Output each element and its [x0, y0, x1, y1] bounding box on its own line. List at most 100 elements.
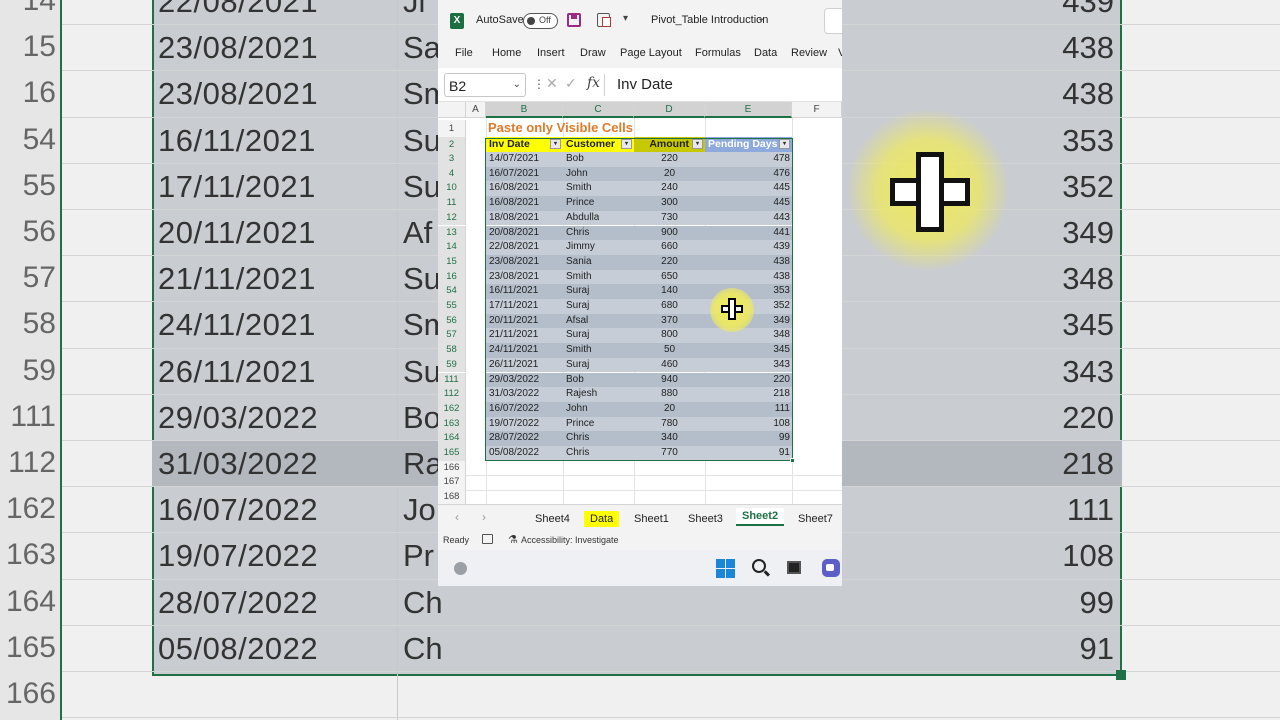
customize-quick-access-icon[interactable]: ▾	[623, 13, 628, 24]
cell-amount[interactable]: 220	[634, 152, 705, 167]
cell-customer[interactable]: Suraj	[566, 328, 589, 343]
ribbon-tab-data[interactable]: Data	[754, 47, 777, 59]
table-row[interactable]: 12 18/08/2021 Abdulla 730 443	[438, 210, 842, 226]
table-row[interactable]: 11 16/08/2021 Prince 300 445	[438, 196, 842, 211]
insert-function-icon[interactable]: fx	[587, 75, 600, 91]
worksheet-grid[interactable]: A B C D E F 1 Paste only Visible Cells 2 Inv Date…	[438, 102, 842, 506]
column-header-f[interactable]: F	[792, 102, 842, 118]
cell-inv-date[interactable]: 05/08/2022	[489, 446, 539, 461]
cell-inv-date[interactable]: 16/07/2022	[489, 402, 539, 417]
cell-customer[interactable]: John	[566, 402, 588, 417]
row-header[interactable]: 14	[438, 240, 466, 255]
cell-customer[interactable]: Chris	[566, 446, 589, 461]
ribbon-tab-draw[interactable]: Draw	[580, 47, 606, 59]
row-header[interactable]: 12	[438, 210, 466, 226]
cell-inv-date[interactable]: 16/07/2021	[489, 167, 539, 182]
save-icon[interactable]	[567, 13, 581, 27]
table-row[interactable]: 59 26/11/2021 Suraj 460 343	[438, 357, 842, 373]
column-header-a[interactable]: A	[466, 102, 486, 118]
cell-customer[interactable]: Suraj	[566, 358, 589, 373]
cell-amount[interactable]: 50	[634, 343, 705, 358]
table-row[interactable]: 56 20/11/2021 Afsal 370 349	[438, 313, 842, 329]
name-box[interactable]: B2 ⌄	[444, 73, 526, 97]
filter-dropdown-icon[interactable]: ▾	[621, 139, 632, 149]
cell-inv-date[interactable]: 22/08/2021	[489, 240, 539, 255]
sheet-tab-sheet1[interactable]: Sheet1	[628, 511, 675, 527]
cell-pending-days[interactable]: 476	[705, 167, 790, 182]
cell-customer[interactable]: Chris	[566, 431, 589, 446]
column-header-c[interactable]: C	[563, 102, 634, 118]
cell-amount[interactable]: 900	[634, 226, 705, 241]
cell-amount[interactable]: 880	[634, 387, 705, 402]
table-row[interactable]: 162 16/07/2022 John 20 111	[438, 401, 842, 417]
formula-input[interactable]: Inv Date	[617, 76, 673, 93]
cell-customer[interactable]: Rajesh	[566, 387, 597, 402]
cell-inv-date[interactable]: 23/08/2021	[489, 255, 539, 270]
ribbon-tab-review[interactable]: Review	[791, 47, 827, 59]
empty-row[interactable]: 168	[438, 490, 842, 506]
cell-customer[interactable]: Prince	[566, 417, 594, 432]
cell-customer[interactable]: Smith	[566, 343, 592, 358]
cell-inv-date[interactable]: 16/08/2021	[489, 181, 539, 196]
cell-pending-days[interactable]: 220	[705, 373, 790, 388]
row-header[interactable]: 164	[438, 431, 466, 446]
column-header-b[interactable]: B	[486, 102, 563, 118]
cell-customer[interactable]: Afsal	[566, 314, 588, 329]
cell-customer[interactable]: Bob	[566, 373, 584, 388]
column-header-d[interactable]: D	[634, 102, 705, 118]
scroll-tabs-left-icon[interactable]: ‹	[455, 510, 459, 524]
filter-dropdown-icon[interactable]: ▾	[692, 139, 703, 149]
cell-pending-days[interactable]: 91	[705, 446, 790, 461]
cell-amount[interactable]: 20	[634, 167, 705, 182]
enter-check-icon[interactable]: ✓	[565, 75, 577, 92]
row-header[interactable]: 57	[438, 328, 466, 344]
cell-inv-date[interactable]: 29/03/2022	[489, 373, 539, 388]
more-options-icon[interactable]: ⋮	[533, 77, 545, 91]
table-row[interactable]: 3 14/07/2021 Bob 220 478	[438, 152, 842, 167]
cell-customer[interactable]: Smith	[566, 270, 592, 285]
row-header[interactable]: 3	[438, 152, 466, 167]
autosave-toggle[interactable]: Off	[523, 13, 558, 29]
cell-inv-date[interactable]: 20/11/2021	[489, 314, 538, 329]
row-header[interactable]: 1	[438, 120, 466, 137]
column-header-e[interactable]: E	[705, 102, 792, 118]
table-row[interactable]: 55 17/11/2021 Suraj 680 352	[438, 299, 842, 314]
sheet-tab-sheet7[interactable]: Sheet7	[792, 511, 839, 527]
row-header[interactable]: 166	[438, 460, 466, 476]
cell-amount[interactable]: 240	[634, 181, 705, 196]
macro-record-icon[interactable]	[482, 534, 493, 544]
cell-inv-date[interactable]: 14/07/2021	[489, 152, 539, 167]
row-header[interactable]: 163	[438, 416, 466, 432]
task-view-icon[interactable]	[787, 561, 801, 574]
row-header[interactable]: 15	[438, 254, 466, 270]
table-row[interactable]: 163 19/07/2022 Prince 780 108	[438, 416, 842, 432]
cell-customer[interactable]: Suraj	[566, 284, 589, 299]
filter-dropdown-icon[interactable]: ▾	[779, 139, 790, 149]
table-row[interactable]: 164 28/07/2022 Chris 340 99	[438, 431, 842, 446]
row-header[interactable]: 16	[438, 269, 466, 285]
cell-inv-date[interactable]: 23/08/2021	[489, 270, 539, 285]
row-header[interactable]: 111	[438, 372, 466, 388]
ribbon-tab-formulas[interactable]: Formulas	[695, 47, 741, 59]
windows-start-icon[interactable]	[716, 559, 735, 578]
cell-customer[interactable]: John	[566, 167, 588, 182]
cell-amount[interactable]: 220	[634, 255, 705, 270]
cell-inv-date[interactable]: 26/11/2021	[489, 358, 538, 373]
row-header[interactable]: 54	[438, 284, 466, 299]
paste-icon[interactable]	[597, 13, 611, 27]
search-icon[interactable]	[752, 559, 766, 573]
customer-header[interactable]: Customer ▾	[563, 137, 634, 152]
ribbon-tab-file[interactable]: File	[455, 47, 473, 59]
cell-pending-days[interactable]: 99	[705, 431, 790, 446]
row-header[interactable]: 4	[438, 166, 466, 182]
empty-row[interactable]: 166	[438, 460, 842, 477]
table-row[interactable]: 15 23/08/2021 Sania 220 438	[438, 254, 842, 270]
select-all-corner[interactable]	[438, 102, 466, 118]
row-header[interactable]: 56	[438, 313, 466, 329]
chevron-down-icon[interactable]: ⌄	[757, 13, 765, 24]
cancel-icon[interactable]: ✕	[546, 75, 558, 92]
cell-customer[interactable]: Bob	[566, 152, 584, 167]
row-header[interactable]: 13	[438, 225, 466, 241]
row-header[interactable]: 167	[438, 475, 466, 491]
row-header[interactable]: 58	[438, 343, 466, 358]
